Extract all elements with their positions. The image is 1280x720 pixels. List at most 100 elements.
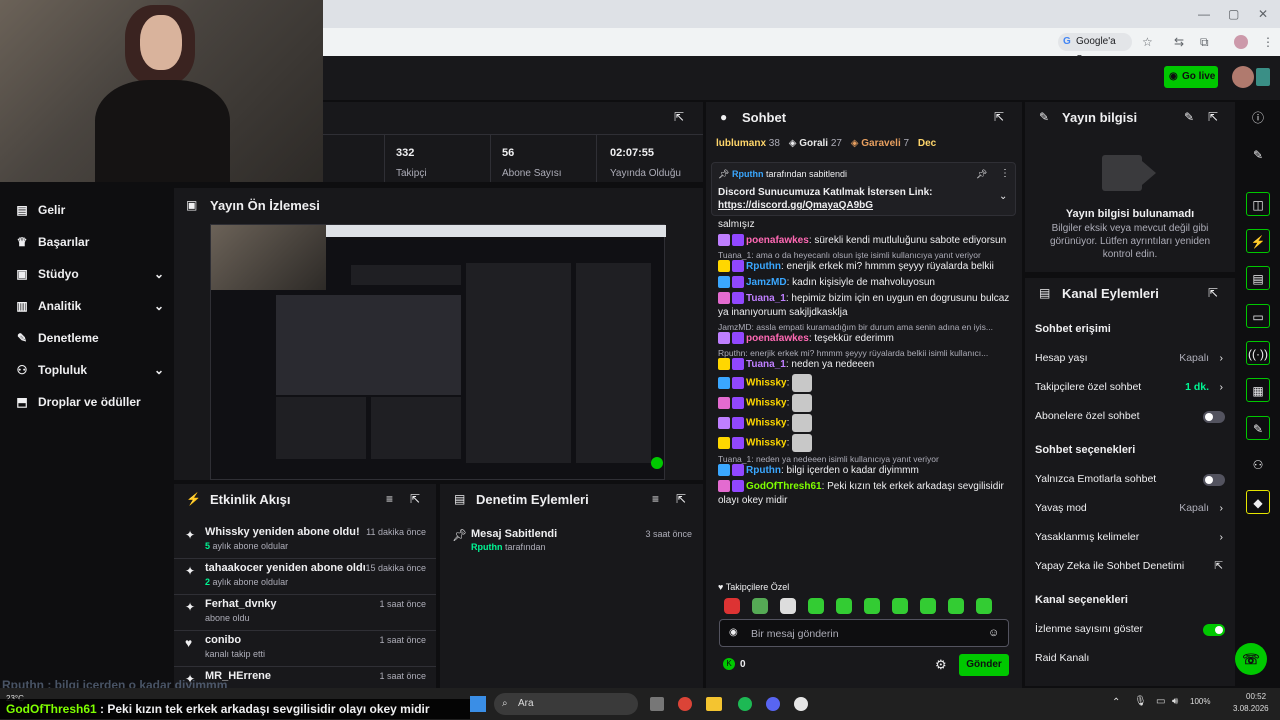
- emote-icon[interactable]: [752, 598, 768, 614]
- popout-icon[interactable]: ⇱: [674, 110, 684, 124]
- sidebar-item-achievements[interactable]: ♛ Başarılar: [14, 232, 164, 252]
- popout-icon[interactable]: ⇱: [994, 110, 1004, 124]
- close-icon[interactable]: ✕: [1258, 0, 1268, 28]
- send-button[interactable]: Gönder: [959, 654, 1009, 676]
- setting-row[interactable]: Hesap yaşı Kapalı ›: [1035, 348, 1225, 368]
- info-icon[interactable]: ⓘ: [1246, 106, 1270, 130]
- support-icon[interactable]: ☏: [1235, 643, 1267, 675]
- toggle-switch[interactable]: [1203, 474, 1225, 486]
- broadcast-icon[interactable]: ((·)): [1246, 341, 1270, 365]
- popout-icon[interactable]: ⇱: [410, 492, 420, 506]
- display-icon[interactable]: ▭: [1156, 696, 1165, 707]
- popout-icon[interactable]: ⇱: [676, 492, 686, 506]
- setting-row[interactable]: Yalnızca Emotlarla sohbet: [1035, 469, 1225, 489]
- stream-preview-video[interactable]: [210, 224, 666, 480]
- lightning-icon[interactable]: ⚡: [1246, 229, 1270, 253]
- camera-lens-shape: [1142, 161, 1156, 185]
- setting-row[interactable]: Abonelere özel sohbet: [1035, 406, 1225, 426]
- chat-message: Rputhn: enerjik erkek mi? hmmm şeyyy rüy…: [718, 260, 1010, 274]
- popout-icon[interactable]: ⇱: [1208, 286, 1218, 300]
- mod-action-time: 3 saat önce: [645, 529, 692, 539]
- layout-icon[interactable]: ▦: [1246, 378, 1270, 402]
- date[interactable]: 3.08.2026: [1233, 704, 1269, 713]
- sidebar-item-moderation[interactable]: ✎ Denetleme: [14, 328, 164, 348]
- obs-icon[interactable]: [794, 697, 808, 711]
- sidebar-item-drops[interactable]: ⬒ Droplar ve ödüller: [14, 392, 164, 412]
- taskbar-search[interactable]: ⌕ Ara: [494, 693, 638, 715]
- sidebar-item-community[interactable]: ⚇ Topluluk ⌄: [14, 360, 164, 380]
- unpin-icon[interactable]: 📌︎: [976, 169, 987, 180]
- windows-start-icon[interactable]: [470, 696, 486, 712]
- followers-only-label: ♥ Takipçilere Özel: [718, 582, 790, 592]
- setting-row[interactable]: Yavaş mod Kapalı ›: [1035, 498, 1225, 518]
- emoji-icon[interactable]: ☺: [988, 627, 999, 639]
- setting-row[interactable]: İzlenme sayısını göster: [1035, 619, 1225, 639]
- emote-icon[interactable]: [864, 598, 880, 614]
- preview-green-button: [651, 457, 663, 469]
- chat-bubble-icon[interactable]: ▭: [1246, 304, 1270, 328]
- task-view-icon[interactable]: [650, 697, 664, 711]
- chevron-down-icon[interactable]: ⌄: [999, 191, 1007, 202]
- sidebar-item-analytics[interactable]: ▥ Analitik ⌄: [14, 296, 164, 316]
- document-icon[interactable]: ▤: [1246, 266, 1270, 290]
- filter-icon[interactable]: ≡: [652, 492, 659, 506]
- extensions-icon[interactable]: ⧉: [1200, 28, 1209, 56]
- chat-username: Rputhn: [746, 261, 781, 272]
- edit-icon[interactable]: ✎: [1184, 110, 1194, 124]
- chat-text: : sürekli kendi mutluluğunu sabote ediyo…: [808, 235, 1007, 246]
- user-avatar[interactable]: [1232, 66, 1254, 88]
- setting-row[interactable]: Raid Kanalı: [1035, 648, 1225, 668]
- battery-percent[interactable]: 100%: [1190, 697, 1210, 706]
- emote-icon[interactable]: [948, 598, 964, 614]
- sidebar-item-revenue[interactable]: ▤ Gelir: [14, 200, 164, 220]
- popout-icon[interactable]: ⇱: [1208, 110, 1218, 124]
- more-icon[interactable]: ⋮: [1000, 168, 1010, 179]
- toggle-switch[interactable]: [1203, 624, 1225, 636]
- account-menu-icon[interactable]: [1256, 68, 1270, 86]
- clip-icon[interactable]: ◫: [1246, 192, 1270, 216]
- gem-icon[interactable]: ◆: [1246, 490, 1270, 514]
- clock[interactable]: 00:52: [1246, 692, 1266, 701]
- setting-row[interactable]: Yasaklanmış kelimeler ›: [1035, 527, 1225, 547]
- file-explorer-icon[interactable]: [706, 697, 722, 711]
- emote-icon[interactable]: [920, 598, 936, 614]
- pencil-icon[interactable]: ✎: [1246, 143, 1270, 167]
- chat-username: poenafawkes: [746, 333, 809, 344]
- pinned-message[interactable]: 📌︎ Rputhn tarafından sabitlendi 📌︎ ⋮ Dis…: [711, 162, 1016, 216]
- speaker-icon[interactable]: 🔊︎: [1172, 696, 1178, 707]
- chat-access-heading: Sohbet erişimi: [1035, 323, 1111, 335]
- toggle-switch[interactable]: [1203, 411, 1225, 423]
- chevron-up-icon[interactable]: ⌃: [1112, 697, 1120, 708]
- emote-icon[interactable]: [780, 598, 796, 614]
- ask-google-button[interactable]: GGoogle'a Sor: [1058, 33, 1132, 65]
- chat-text: :: [786, 377, 790, 389]
- translate-icon[interactable]: ⇆: [1174, 28, 1184, 56]
- minimize-icon[interactable]: —: [1198, 0, 1210, 28]
- emote-icon[interactable]: [836, 598, 852, 614]
- discord-icon[interactable]: [766, 697, 780, 711]
- wrench-icon[interactable]: ✎: [1246, 416, 1270, 440]
- activity-item-sub: 5 aylık abone oldular: [205, 541, 288, 551]
- filter-icon[interactable]: ≡: [386, 492, 393, 506]
- gear-icon[interactable]: ⚙: [935, 657, 947, 673]
- emote-icon[interactable]: [724, 598, 740, 614]
- microphone-icon[interactable]: 🎙︎: [1134, 696, 1147, 707]
- star-icon[interactable]: ☆: [1142, 28, 1153, 56]
- emote-icon[interactable]: [976, 598, 992, 614]
- sidebar-item-studio[interactable]: ▣ Stüdyo ⌄: [14, 264, 164, 284]
- chrome-icon[interactable]: [678, 697, 692, 711]
- activity-item-sub: 2 aylık abone oldular: [205, 577, 288, 587]
- setting-row[interactable]: Takipçilere özel sohbet 1 dk. ›: [1035, 377, 1225, 397]
- maximize-icon[interactable]: ▢: [1228, 0, 1239, 28]
- setting-row[interactable]: Yapay Zeka ile Sohbet Denetimi ⇱: [1035, 556, 1225, 576]
- channel-points-icon[interactable]: K: [723, 658, 735, 670]
- spotify-icon[interactable]: [738, 697, 752, 711]
- community-icon[interactable]: ⚇: [1246, 453, 1270, 477]
- emote-icon[interactable]: [892, 598, 908, 614]
- pinned-link[interactable]: https://discord.gg/QmayaQA9bG: [718, 200, 873, 211]
- emote-icon[interactable]: [808, 598, 824, 614]
- menu-dots-icon[interactable]: ⋮: [1262, 28, 1274, 56]
- profile-avatar[interactable]: [1234, 35, 1248, 49]
- chat-input[interactable]: ◉ Bir mesaj gönderin ☺: [719, 619, 1009, 647]
- go-live-button[interactable]: ◉ Go live: [1164, 66, 1218, 88]
